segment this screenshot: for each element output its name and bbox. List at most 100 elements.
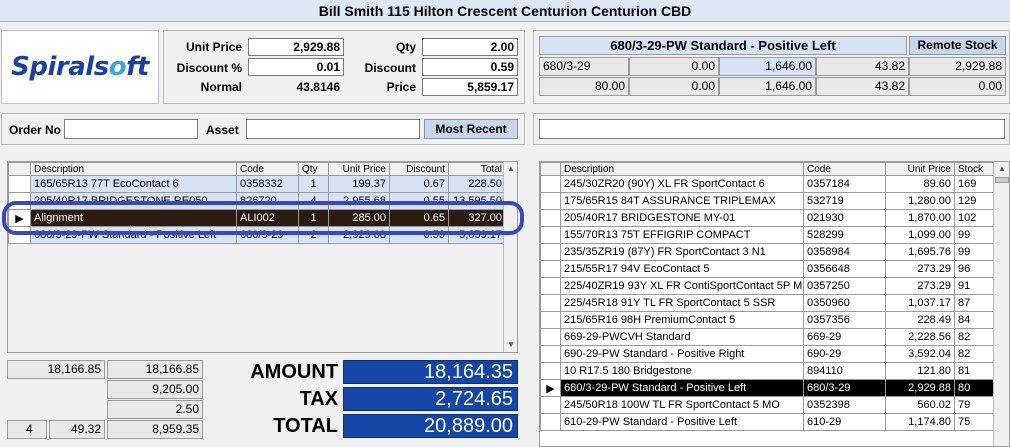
scroll-up-icon[interactable]: ▲ [994, 162, 1009, 176]
stock-row[interactable]: 225/40ZR19 93Y XL FR ContiSportContact 5… [540, 277, 994, 295]
cell-qty: 4 [298, 192, 329, 210]
stock-row[interactable]: 10 R17.5 180 Bridgestone 894110 121.80 81 [540, 362, 994, 380]
remote-stock-button[interactable]: Remote Stock [909, 36, 1006, 55]
cell-code: 0350960 [803, 294, 886, 312]
cell-description: 690-29-PW Standard - Positive Right [560, 345, 804, 363]
row-selector[interactable] [540, 175, 561, 193]
product-title: 680/3-29-PW Standard - Positive Left [539, 36, 907, 55]
cell-code: 0358984 [803, 243, 886, 261]
cell-unit-price: 1,099.00 [885, 226, 955, 244]
row-selector[interactable] [540, 192, 561, 210]
row-selector[interactable] [540, 328, 561, 346]
stock-row[interactable]: 245/30ZR20 (90Y) XL FR SportContact 6 035… [540, 175, 994, 193]
order-no-input[interactable] [64, 119, 198, 139]
stock-row[interactable]: 669-29-PWCVH Standard 669-29 2,228.56 82 [540, 328, 994, 346]
row-selector[interactable] [540, 243, 561, 261]
total-label: TOTAL [273, 415, 338, 437]
cell-qty: 2 [298, 226, 329, 244]
header-discount[interactable]: Discount [389, 162, 449, 176]
header-description[interactable]: Description [30, 162, 237, 176]
row-selector[interactable] [540, 311, 561, 329]
stock-row[interactable]: 235/35ZR19 (87Y) FR SportContact 3 N1 035… [540, 243, 994, 261]
cell-description: 215/55R17 94V EcoContact 5 [560, 260, 804, 278]
cell-stock: 82 [954, 328, 994, 346]
cell-description: 680/3-29-PW Standard - Positive Left [560, 379, 804, 397]
cell-unit-price: 1,870.00 [885, 209, 955, 227]
header-code[interactable]: Code [236, 162, 299, 176]
product-search-input[interactable] [539, 119, 1005, 139]
cell-unit-price: 273.29 [885, 260, 955, 278]
order-row-selected[interactable]: ▶ Alignment ALI002 1 285.00 0.65 327.00 [8, 209, 506, 227]
cell-code: 0357356 [803, 311, 886, 329]
price-field[interactable]: 5,859.17 [422, 78, 518, 96]
row-selector[interactable] [540, 345, 561, 363]
order-items-grid: Description Code Qty Unit Price Discount… [7, 161, 518, 353]
row-selector[interactable]: ▶ [540, 379, 561, 397]
header-unit-price[interactable]: Unit Price [885, 162, 955, 176]
row-selector[interactable] [8, 175, 31, 193]
summary-cell: 2.50 [107, 400, 203, 419]
cell-stock: 96 [954, 260, 994, 278]
row-pointer-icon: ▶ [546, 382, 555, 395]
asset-input[interactable] [246, 119, 420, 139]
row-selector[interactable] [540, 209, 561, 227]
unit-price-field[interactable]: 2,929.88 [248, 38, 344, 56]
stock-row[interactable]: 245/50R18 100W TL FR SportContact 5 MO 03… [540, 396, 994, 414]
order-row[interactable]: 205/40R17 BRIDGESTONE RE050 826720 4 2,9… [8, 192, 506, 210]
stock-row[interactable]: 155/70R13 75T EFFIGRIP COMPACT 528299 1,09… [540, 226, 994, 244]
row-selector[interactable] [540, 260, 561, 278]
stock-row[interactable]: 215/65R16 98H PremiumContact 5 0357356 228… [540, 311, 994, 329]
row-selector[interactable] [8, 192, 31, 210]
row-selector[interactable] [540, 226, 561, 244]
cell-description: 225/45R18 91Y TL FR SportContact 5 SSR [560, 294, 804, 312]
header-cell [540, 162, 561, 176]
cell-code: 690-29 [803, 345, 886, 363]
row-selector[interactable] [8, 226, 31, 244]
qty-field[interactable]: 2.00 [422, 38, 518, 56]
row-selector[interactable] [540, 362, 561, 380]
scroll-up-icon[interactable]: ▲ [504, 162, 517, 176]
price-label: Price [386, 80, 416, 94]
header-stock[interactable]: Stock [954, 162, 994, 176]
cell-stock: 99 [954, 243, 994, 261]
header-qty[interactable]: Qty [298, 162, 329, 176]
row-selector[interactable] [540, 396, 561, 414]
scroll-down-icon[interactable]: ▼ [504, 338, 517, 352]
order-row[interactable]: 680/3-29-PW Standard - Positive Left 680… [8, 226, 506, 244]
most-recent-button[interactable]: Most Recent [424, 119, 518, 139]
cell-stock: 81 [954, 362, 994, 380]
order-row[interactable]: 165/65R13 77T EcoContact 6 0358332 1 199… [8, 175, 506, 193]
scroll-thumb[interactable] [995, 177, 1009, 183]
header-total[interactable]: Total [448, 162, 506, 176]
header-code[interactable]: Code [803, 162, 886, 176]
row-selector[interactable] [540, 277, 561, 295]
stock-row-selected[interactable]: ▶ 680/3-29-PW Standard - Positive Left 680… [540, 379, 994, 397]
stock-row[interactable]: 225/45R18 91Y TL FR SportContact 5 SSR 03… [540, 294, 994, 312]
cell-code: ALI002 [236, 209, 299, 227]
cell-discount: 0.55 [389, 192, 449, 210]
cell-code: 610-29 [803, 413, 886, 431]
order-no-label: Order No [9, 123, 62, 137]
order-scrollbar[interactable]: ▲ ▼ [503, 162, 517, 352]
discount-field[interactable]: 0.59 [422, 58, 518, 76]
cell-code: 532719 [803, 192, 886, 210]
header-unit-price[interactable]: Unit Price [328, 162, 390, 176]
product-value-cell: 0.00 [629, 77, 719, 96]
row-selector[interactable] [540, 294, 561, 312]
discount-pct-field[interactable]: 0.01 [248, 58, 344, 76]
stock-scrollbar[interactable]: ▲ [993, 162, 1009, 446]
cell-qty: 1 [298, 175, 329, 193]
row-selector[interactable]: ▶ [8, 209, 31, 227]
cell-stock: 84 [954, 311, 994, 329]
row-selector[interactable] [540, 413, 561, 431]
stock-row[interactable]: 205/40R17 BRIDGESTONE MY-01 021930 1,870.0… [540, 209, 994, 227]
stock-row[interactable]: 215/55R17 94V EcoContact 5 0356648 273.29 9… [540, 260, 994, 278]
discount-label: Discount [364, 61, 416, 75]
stock-row[interactable]: 610-29-PW Standard - Positive Left 610-29… [540, 413, 994, 431]
cell-code: 826720 [236, 192, 299, 210]
qty-label: Qty [395, 40, 416, 54]
stock-row[interactable]: 175/65R15 84T ASSURANCE TRIPLEMAX 532719 1… [540, 192, 994, 210]
header-description[interactable]: Description [560, 162, 804, 176]
cell-unit-price: 3,592.04 [885, 345, 955, 363]
stock-row[interactable]: 690-29-PW Standard - Positive Right 690-2… [540, 345, 994, 363]
